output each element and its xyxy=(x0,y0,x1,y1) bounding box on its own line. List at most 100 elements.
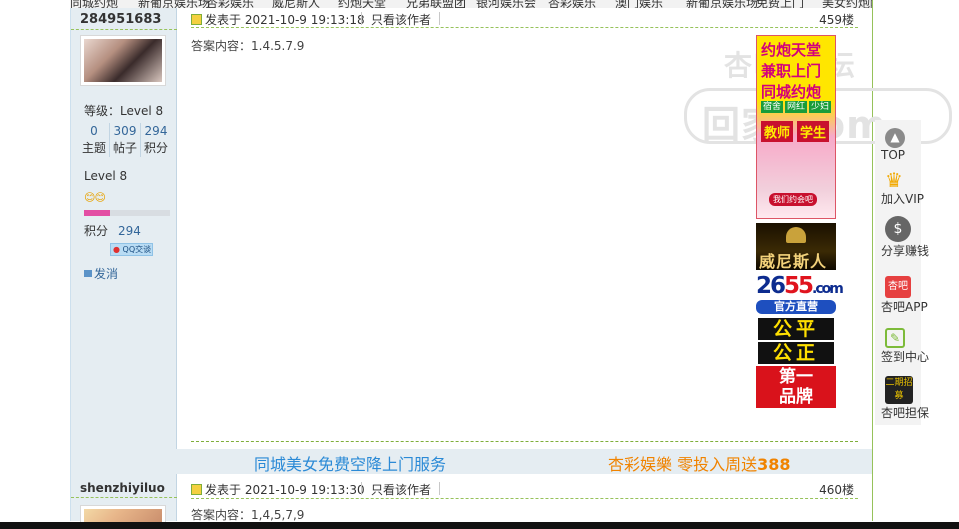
stat-credits[interactable]: 294 积分 xyxy=(140,123,171,157)
ad-banner-dating[interactable]: 约炮天堂 兼职上门 同城约炮 宿舍 网红 少妇 教师 学生 我们约会吧 xyxy=(756,35,836,219)
post-header: 发表于 2021-10-9 19:13:18 只看该作者 459楼 xyxy=(191,11,858,28)
stat-value[interactable]: 294 xyxy=(141,123,171,139)
floor-number[interactable]: 460楼 xyxy=(819,481,854,498)
online-status-icon xyxy=(191,14,202,25)
ad-just-label: 公正 xyxy=(758,342,834,364)
divider xyxy=(439,12,440,25)
divider xyxy=(191,498,858,499)
user-stats: 0 主题 309 帖子 294 积分 xyxy=(79,123,171,157)
promo-right-text: 杏彩娱樂 零投入周送 xyxy=(608,455,758,474)
tool-label: 分享赚钱 xyxy=(881,244,930,258)
nav-item[interactable]: 新葡京娱乐场 xyxy=(138,0,210,8)
avatar[interactable] xyxy=(80,35,166,86)
logo-part: .com xyxy=(812,281,844,297)
floating-toolbar: ▲ TOP ♛ 加入VIP $ 分享赚钱 杏吧 杏吧APP ✎ 签到中心 二期招… xyxy=(875,120,929,425)
tool-label: 杏吧担保 xyxy=(881,406,930,420)
nav-item[interactable]: 约炮天堂 xyxy=(338,0,386,8)
ad-cta: 我们约会吧 xyxy=(769,193,817,206)
username[interactable]: 284951683 xyxy=(80,12,161,27)
nav-item[interactable]: 银河娱乐会 xyxy=(476,0,536,8)
only-author-link[interactable]: 只看该作者 xyxy=(371,481,431,498)
stat-label: 主题 xyxy=(81,141,106,155)
nav-item[interactable]: 杏彩娱乐 xyxy=(548,0,596,8)
ad-fair-label: 公平 xyxy=(758,318,834,340)
ad-tag: 教师 xyxy=(761,121,794,142)
online-status-icon xyxy=(191,484,202,495)
tool-label: TOP xyxy=(881,148,906,162)
level-progress-bar xyxy=(84,210,170,216)
qq-icon: ● xyxy=(113,245,120,254)
tool-label: 签到中心 xyxy=(881,350,930,364)
rank-stars-icon: 😊😊 xyxy=(84,191,106,204)
ad-tag: 宿舍 xyxy=(761,101,784,113)
progress-fill xyxy=(84,210,110,216)
stat-label: 积分 xyxy=(143,141,168,155)
floor-number[interactable]: 459楼 xyxy=(819,11,854,28)
stat-value[interactable]: 0 xyxy=(79,123,109,139)
back-to-top-button[interactable]: ▲ TOP xyxy=(875,128,933,162)
money-bag-icon: $ xyxy=(885,216,911,242)
nav-item[interactable]: 兄弟联盟团 xyxy=(406,0,466,8)
app-download-button[interactable]: 杏吧 杏吧APP xyxy=(875,276,933,315)
username[interactable]: shenzhiyiluo xyxy=(80,481,165,495)
mail-icon xyxy=(84,270,92,277)
ad-tag: 少妇 xyxy=(809,101,832,113)
divider xyxy=(191,27,858,28)
crest-icon xyxy=(786,227,806,243)
ad-2655-logo: 2655.com xyxy=(756,273,844,299)
arrow-up-icon: ▲ xyxy=(885,128,905,148)
nav-item[interactable]: 威尼斯人 xyxy=(272,0,320,8)
stat-posts[interactable]: 309 帖子 xyxy=(109,123,140,157)
only-author-link[interactable]: 只看该作者 xyxy=(371,11,431,28)
nav-item[interactable]: 美女约炮献入 xyxy=(822,0,873,8)
sign-in-center-button[interactable]: ✎ 签到中心 xyxy=(875,328,933,365)
bottom-strip xyxy=(0,522,959,529)
credit-value: 294 xyxy=(118,224,141,238)
nav-item[interactable]: 同城约炮 xyxy=(70,0,118,8)
guarantee-button[interactable]: 二期招募 杏吧担保 xyxy=(875,376,933,421)
qq-badge-label: QQ交谈 xyxy=(122,245,152,254)
post-header: 发表于 2021-10-9 19:13:30 只看该作者 460楼 xyxy=(191,481,858,498)
divider xyxy=(71,497,177,498)
tool-label: 加入VIP xyxy=(881,192,924,206)
post-date: 发表于 2021-10-9 19:13:18 xyxy=(205,13,365,27)
nav-item[interactable]: 免费上门 xyxy=(756,0,804,8)
divider xyxy=(361,12,362,25)
stat-label: 帖子 xyxy=(112,141,137,155)
brand-line: 第一 xyxy=(779,367,813,387)
promo-right-amount: 388 xyxy=(757,455,791,474)
credit-label: 积分 xyxy=(84,224,109,238)
nav-item[interactable]: 澳门娱乐 xyxy=(615,0,663,8)
qq-chat-badge[interactable]: ● QQ交谈 xyxy=(110,243,153,256)
ad-banner-venetian[interactable]: 威尼斯人 xyxy=(756,223,836,271)
promo-link-right[interactable]: 杏彩娱樂 零投入周送388 xyxy=(608,451,791,475)
post-content: 答案内容：1.4.5.7.9 xyxy=(191,39,305,53)
post-content: 答案内容：1,4,5,7,9 xyxy=(191,508,305,522)
send-message-link[interactable]: 发消 xyxy=(84,265,118,282)
promo-link-left[interactable]: 同城美女免费空降上门服务 xyxy=(254,451,446,475)
ad-banner-2655[interactable]: 2655.com 官方直营 公平 公正 第一 品牌 xyxy=(756,273,844,408)
divider xyxy=(361,482,362,495)
share-earn-button[interactable]: $ 分享赚钱 xyxy=(875,216,933,259)
ad-tag: 网红 xyxy=(785,101,808,113)
app-icon: 杏吧 xyxy=(885,276,911,298)
brand-line: 品牌 xyxy=(779,387,813,407)
stat-value[interactable]: 309 xyxy=(110,123,140,139)
send-message-label: 发消 xyxy=(94,267,119,281)
ad-brand-label: 第一 品牌 xyxy=(756,366,836,408)
ad-tags: 宿舍 网红 少妇 xyxy=(761,101,832,113)
crown-icon: ♛ xyxy=(885,168,903,192)
user-level: 等级：Level 8 xyxy=(84,104,164,118)
ad-line: 约炮天堂 xyxy=(761,41,822,59)
avatar-image[interactable] xyxy=(84,39,162,82)
ad-official-label: 官方直营 xyxy=(756,300,836,314)
ad-tags-secondary: 教师 学生 xyxy=(761,121,830,142)
tool-label: 杏吧APP xyxy=(881,300,928,314)
ad-venetian-label: 威尼斯人 xyxy=(759,252,828,271)
nav-item[interactable]: 杏彩娱乐 xyxy=(206,0,254,8)
nav-item[interactable]: 新葡京娱乐场 xyxy=(686,0,758,8)
stat-threads[interactable]: 0 主题 xyxy=(79,123,109,157)
ad-tag: 学生 xyxy=(797,121,830,142)
join-vip-button[interactable]: ♛ 加入VIP xyxy=(875,170,933,207)
divider xyxy=(71,29,177,30)
